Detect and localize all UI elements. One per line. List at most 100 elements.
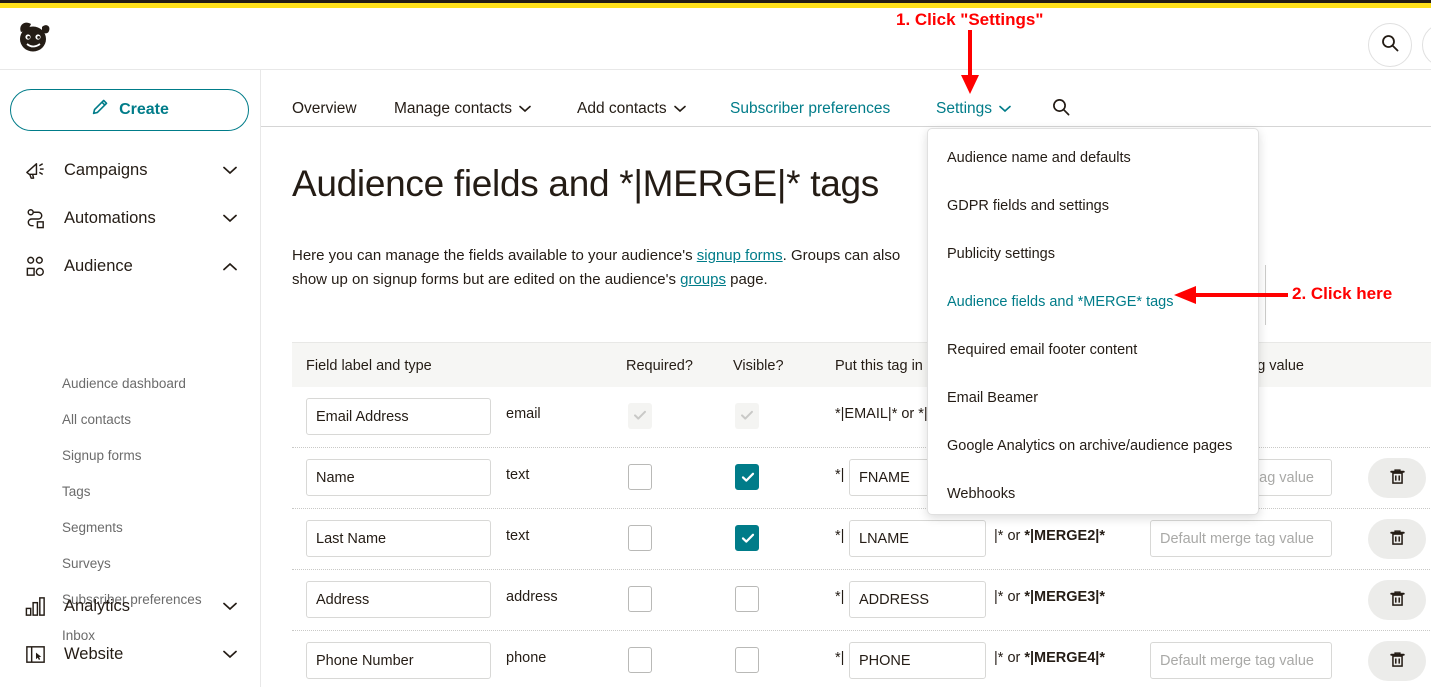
field-label-input[interactable] xyxy=(306,459,491,496)
default-merge-value-input[interactable] xyxy=(1150,642,1332,679)
merge-fields-table: Field label and type Required? Visible? … xyxy=(292,342,1431,687)
header-avatar-button[interactable] xyxy=(1422,23,1431,67)
page-description: Here you can manage the fields available… xyxy=(292,244,932,292)
visible-checkbox[interactable] xyxy=(735,586,759,612)
menu-item-required-email-footer-content[interactable]: Required email footer content xyxy=(928,333,1260,367)
menu-item-label: Webhooks xyxy=(947,486,1016,502)
required-checkbox[interactable] xyxy=(628,647,652,673)
automations-icon xyxy=(20,207,50,230)
default-merge-value-input[interactable] xyxy=(1150,520,1332,557)
table-row: email *|EMAIL|* or *|MERGE0|* xyxy=(292,387,1431,448)
menu-item-google-analytics[interactable]: Google Analytics on archive/audience pag… xyxy=(928,429,1260,463)
sidebar-item-segments[interactable]: Segments xyxy=(0,509,261,545)
merge-tag-prefix: *| xyxy=(835,650,845,666)
bar-chart-icon xyxy=(20,595,50,618)
menu-item-email-beamer[interactable]: Email Beamer xyxy=(928,381,1260,415)
required-checkbox[interactable] xyxy=(628,464,652,490)
menu-item-label: Email Beamer xyxy=(947,390,1039,406)
th-field-label-and-type: Field label and type xyxy=(306,358,432,374)
menu-item-label: Publicity settings xyxy=(947,246,1055,262)
merge-tag-suffix: |* or *|MERGE2|* xyxy=(994,528,1105,544)
visible-checkbox[interactable] xyxy=(735,647,759,673)
tab-label: Overview xyxy=(292,100,357,117)
table-row: text *| |* or *|MERGE1|* xyxy=(292,448,1431,509)
sidebar-item-tags[interactable]: Tags xyxy=(0,473,261,509)
panel-divider-line xyxy=(1265,265,1266,325)
visible-checkbox[interactable] xyxy=(735,464,759,490)
delete-row-button[interactable] xyxy=(1368,580,1426,620)
merge-tag-input[interactable] xyxy=(849,581,986,618)
chevron-down-icon xyxy=(223,166,237,175)
delete-row-button[interactable] xyxy=(1368,519,1426,559)
trash-icon xyxy=(1388,589,1407,611)
chevron-down-icon xyxy=(223,214,237,223)
tab-search-button[interactable] xyxy=(1051,96,1071,122)
tab-manage-contacts[interactable]: Manage contacts xyxy=(394,96,531,122)
sidebar-group-website[interactable]: Website xyxy=(0,630,261,678)
header-search-button[interactable] xyxy=(1368,23,1412,67)
sidebar-group-automations[interactable]: Automations xyxy=(0,194,261,242)
chevron-up-icon xyxy=(223,262,237,271)
merge-tag-input[interactable] xyxy=(849,642,986,679)
field-label-input[interactable] xyxy=(306,398,491,435)
field-label-input[interactable] xyxy=(306,581,491,618)
sidebar-item-all-contacts[interactable]: All contacts xyxy=(0,401,261,437)
visible-checkbox[interactable] xyxy=(735,525,759,551)
mailchimp-logo[interactable] xyxy=(12,16,56,60)
content-tab-bar: Overview Manage contacts Add contacts Su… xyxy=(261,70,1431,127)
field-type-label: text xyxy=(506,528,530,544)
table-row: text *| |* or *|MERGE2|* xyxy=(292,509,1431,570)
menu-item-audience-name-and-defaults[interactable]: Audience name and defaults xyxy=(928,141,1260,175)
tab-label: Manage contacts xyxy=(394,100,513,117)
menu-item-gdpr-fields-and-settings[interactable]: GDPR fields and settings xyxy=(928,189,1260,223)
field-label-input[interactable] xyxy=(306,642,491,679)
field-type-label: phone xyxy=(506,650,547,666)
pencil-icon xyxy=(90,98,109,122)
tab-label: Settings xyxy=(936,100,993,117)
trash-icon xyxy=(1388,650,1407,672)
menu-item-label: GDPR fields and settings xyxy=(947,198,1109,214)
tab-settings[interactable]: Settings xyxy=(936,96,1011,122)
sidebar-group-audience[interactable]: Audience xyxy=(0,242,261,290)
sidebar-subitem-label: Signup forms xyxy=(62,447,142,463)
groups-link[interactable]: groups xyxy=(680,271,726,288)
required-checkbox[interactable] xyxy=(628,525,652,551)
merge-tag-prefix: *| xyxy=(835,467,845,483)
trash-icon xyxy=(1388,528,1407,550)
sidebar-subitem-label: All contacts xyxy=(62,411,132,427)
menu-item-publicity-settings[interactable]: Publicity settings xyxy=(928,237,1260,271)
sidebar-group-analytics[interactable]: Analytics xyxy=(0,582,261,630)
delete-row-button[interactable] xyxy=(1368,641,1426,681)
check-icon xyxy=(739,407,755,428)
tab-subscriber-preferences[interactable]: Subscriber preferences xyxy=(730,96,890,122)
check-icon xyxy=(740,530,756,551)
sidebar-group-campaigns[interactable]: Campaigns xyxy=(0,146,261,194)
settings-dropdown-menu: Audience name and defaults GDPR fields a… xyxy=(927,128,1259,515)
sidebar-subitem-label: Tags xyxy=(62,483,91,499)
menu-item-webhooks[interactable]: Webhooks xyxy=(928,477,1260,511)
check-icon xyxy=(740,469,756,490)
sidebar-group-label: Campaigns xyxy=(64,160,148,179)
chevron-down-icon xyxy=(223,602,237,611)
delete-row-button[interactable] xyxy=(1368,458,1426,498)
sidebar-item-surveys[interactable]: Surveys xyxy=(0,545,261,581)
merge-tag-input[interactable] xyxy=(849,520,986,557)
create-button[interactable]: Create xyxy=(10,89,249,131)
field-type-label: address xyxy=(506,589,558,605)
visible-checkbox xyxy=(735,403,759,429)
website-icon xyxy=(20,643,50,666)
megaphone-icon xyxy=(20,159,50,182)
required-checkbox[interactable] xyxy=(628,586,652,612)
sidebar-group-label: Website xyxy=(64,644,124,663)
sidebar-subitem-label: Segments xyxy=(62,519,123,535)
chevron-down-icon xyxy=(673,105,686,113)
table-row: phone *| |* or *|MERGE4|* xyxy=(292,631,1431,687)
sidebar-item-audience-dashboard[interactable]: Audience dashboard xyxy=(0,365,261,401)
field-label-input[interactable] xyxy=(306,520,491,557)
tab-overview[interactable]: Overview xyxy=(292,96,357,122)
signup-forms-link[interactable]: signup forms xyxy=(697,247,783,264)
tab-add-contacts[interactable]: Add contacts xyxy=(577,96,686,122)
menu-item-audience-fields-and-merge-tags[interactable]: Audience fields and *MERGE* tags xyxy=(928,285,1260,319)
sidebar-item-signup-forms[interactable]: Signup forms xyxy=(0,437,261,473)
desc-text-2: . xyxy=(782,247,787,264)
